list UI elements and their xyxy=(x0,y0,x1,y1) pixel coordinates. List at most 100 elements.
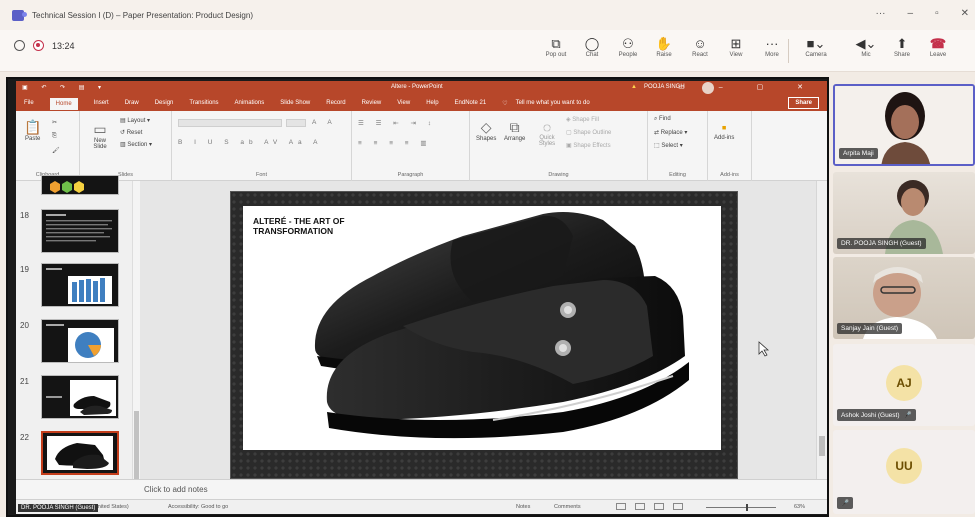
font-size-box[interactable] xyxy=(286,119,306,127)
shape-fill-button[interactable]: ◈ Shape Fill xyxy=(566,116,599,123)
scroll-thumb[interactable] xyxy=(819,436,825,456)
tab-record[interactable]: Record xyxy=(326,100,345,106)
tab-animations[interactable]: Animations xyxy=(235,100,265,106)
thumbnail-scrollbar[interactable] xyxy=(132,181,140,496)
camera-button[interactable]: ■⌄ Camera xyxy=(798,35,834,58)
tab-slideshow[interactable]: Slide Show xyxy=(280,100,310,106)
slide-thumbnail-pane: 18 19 20 21 22 xyxy=(16,175,134,496)
quick-styles-button[interactable]: ◌ Quick Styles xyxy=(536,119,558,147)
layout-button[interactable]: ▤ Layout ▾ xyxy=(120,117,150,124)
shoe-image xyxy=(314,212,689,439)
comments-toggle[interactable]: Comments xyxy=(554,504,581,510)
chat-icon: ◯ xyxy=(584,36,600,51)
popout-button[interactable]: ⧉ Pop out xyxy=(538,35,574,58)
font-size-adjust[interactable]: A A xyxy=(312,119,337,126)
tab-home[interactable]: Home xyxy=(49,97,78,110)
quick-access-toolbar[interactable]: ▣ ↶ ↷ ▤ ▾ xyxy=(22,84,107,91)
font-name-box[interactable] xyxy=(178,119,282,127)
tell-me-search[interactable]: Tell me what you want to do xyxy=(516,100,590,106)
leave-button[interactable]: ☎ Leave xyxy=(920,35,956,58)
view-button[interactable]: ⊞ View xyxy=(718,35,754,58)
slide-thumbnail-20[interactable] xyxy=(41,319,119,363)
tab-file[interactable]: File xyxy=(24,100,34,106)
minimize-icon[interactable]: – xyxy=(908,8,914,19)
addins-button[interactable]: ▪ Add-ins xyxy=(714,119,734,141)
more-icon: ··· xyxy=(765,36,779,51)
slide-sorter-icon[interactable] xyxy=(635,503,645,510)
recording-icon xyxy=(33,40,44,51)
react-button[interactable]: ☺ React xyxy=(682,35,718,58)
slide-scrollbar[interactable] xyxy=(816,181,827,496)
find-button[interactable]: ⌕ Find xyxy=(654,116,671,123)
format-painter-icon[interactable]: 🖌 xyxy=(52,147,60,154)
reset-button[interactable]: ↺ Reset xyxy=(120,129,142,136)
participant-avatar-1[interactable]: AJ Ashok Joshi (Guest) 🎤 xyxy=(833,344,975,426)
more-options-icon[interactable]: ··· xyxy=(876,8,886,19)
cut-icon[interactable]: ✂ xyxy=(52,119,57,126)
tab-design[interactable]: Design xyxy=(155,100,174,106)
normal-view-icon[interactable] xyxy=(616,503,626,510)
slide-thumbnail-17[interactable] xyxy=(41,175,119,195)
select-button[interactable]: ⬚ Select ▾ xyxy=(654,142,683,149)
view-icon: ⊞ xyxy=(730,36,742,51)
participant-avatar-2[interactable]: UU 🎤 xyxy=(833,430,975,514)
slide-thumbnail-22[interactable] xyxy=(41,431,119,475)
more-button[interactable]: ··· More xyxy=(754,35,790,58)
tab-insert[interactable]: Insert xyxy=(94,100,109,106)
meeting-toolbar: 13:24 ⧉ Pop out ◯ Chat ⚇ People ✋ Raise ☺ Rea… xyxy=(0,30,975,72)
ppt-doc-title: Altere - PowerPoint xyxy=(391,84,443,90)
slide-thumbnail-19[interactable] xyxy=(41,263,119,307)
mic-button[interactable]: ◀⌄ Mic xyxy=(848,35,884,58)
shape-effects-button[interactable]: ▣ Shape Effects xyxy=(566,142,611,149)
tab-draw[interactable]: Draw xyxy=(125,100,139,106)
paste-button[interactable]: 📋 Paste xyxy=(24,119,41,142)
presenter-name-tag: DR. POOJA SINGH (Guest) xyxy=(18,504,99,512)
tab-help[interactable]: Help xyxy=(426,100,438,106)
avatar-initials: AJ xyxy=(886,365,922,401)
scroll-thumb[interactable] xyxy=(134,411,139,481)
zoom-level[interactable]: 63% xyxy=(794,504,805,510)
align-buttons[interactable]: ≡ ≡ ≡ ≡ ▥ xyxy=(358,139,432,147)
replace-button[interactable]: ⇄ Replace ▾ xyxy=(654,129,687,136)
clipboard-group: 📋Paste ✂ ⎘ 🖌 Clipboard xyxy=(16,111,80,181)
notes-pane[interactable]: Click to add notes xyxy=(16,479,827,499)
slide-number: 20 xyxy=(20,321,29,330)
new-slide-button[interactable]: ▭ New Slide xyxy=(88,121,112,150)
participant-video-2[interactable]: DR. POOJA SINGH (Guest) xyxy=(833,172,975,254)
ppt-window-controls[interactable]: ▭ – ▢ ✕ xyxy=(678,83,819,91)
font-format-buttons[interactable]: B I U S ab AV Aa A xyxy=(178,139,322,146)
raise-hand-button[interactable]: ✋ Raise xyxy=(646,35,682,58)
slides-group: ▭ New Slide ▤ Layout ▾ ↺ Reset ▥ Section … xyxy=(80,111,172,181)
zoom-slider[interactable] xyxy=(706,504,776,511)
list-buttons[interactable]: ☰ ☰ ⇤ ⇥ ↕ xyxy=(358,119,436,127)
shapes-button[interactable]: ◇ Shapes xyxy=(476,119,496,142)
shoe-thumbnail-icon xyxy=(47,436,113,470)
meeting-status: 13:24 xyxy=(14,40,75,51)
chat-button[interactable]: ◯ Chat xyxy=(574,35,610,58)
quick-styles-icon: ◌ xyxy=(542,119,552,135)
participant-video-3[interactable]: Sanjay Jain (Guest) xyxy=(833,257,975,339)
notes-toggle[interactable]: Notes xyxy=(516,504,530,510)
copy-icon[interactable]: ⎘ xyxy=(52,133,57,140)
tab-view[interactable]: View xyxy=(397,100,410,106)
shape-outline-button[interactable]: ▢ Shape Outline xyxy=(566,129,611,136)
section-button[interactable]: ▥ Section ▾ xyxy=(120,141,152,148)
people-button[interactable]: ⚇ People xyxy=(610,35,646,58)
maximize-icon[interactable]: ▫ xyxy=(935,8,939,19)
share-button[interactable]: ⬆ Share xyxy=(884,35,920,58)
slide-thumbnail-18[interactable] xyxy=(41,209,119,253)
participant-video-1[interactable]: Arpita Maji xyxy=(833,84,975,166)
tab-transitions[interactable]: Transitions xyxy=(189,100,218,106)
current-slide[interactable]: ALTERÉ - THE ART OF TRANSFORMATION xyxy=(230,191,738,479)
tab-review[interactable]: Review xyxy=(362,100,382,106)
close-icon[interactable]: ✕ xyxy=(961,8,969,19)
lightbulb-icon: ♡ xyxy=(502,100,508,107)
slide-thumbnail-21[interactable] xyxy=(41,375,119,419)
reading-view-icon[interactable] xyxy=(654,503,664,510)
slide-number: 18 xyxy=(20,211,29,220)
arrange-button[interactable]: ⧉ Arrange xyxy=(504,119,525,142)
accessibility-status[interactable]: Accessibility: Good to go xyxy=(168,504,228,510)
ppt-share-button[interactable]: Share xyxy=(788,97,819,109)
slideshow-icon[interactable] xyxy=(673,503,683,510)
tab-endnote[interactable]: EndNote 21 xyxy=(455,100,487,106)
